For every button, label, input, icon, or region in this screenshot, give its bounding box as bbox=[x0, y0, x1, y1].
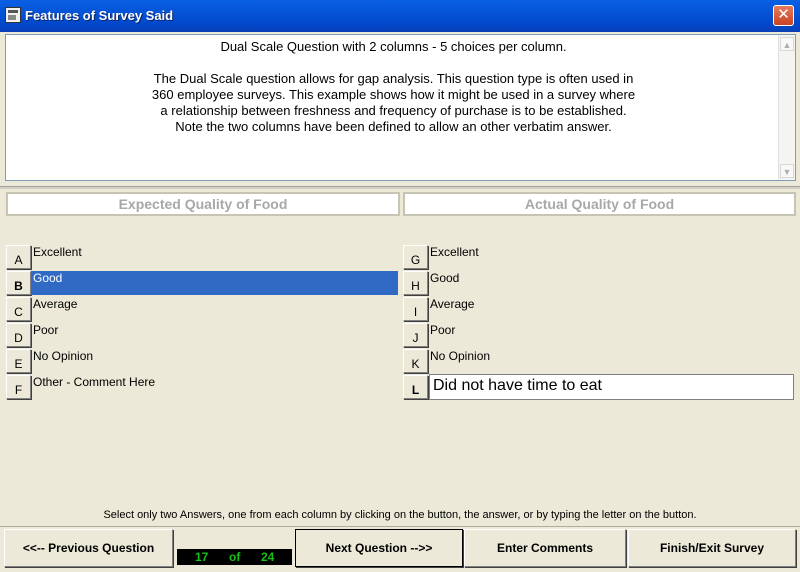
choice-label-excellent[interactable]: Excellent bbox=[428, 245, 794, 269]
scroll-up-icon[interactable]: ▲ bbox=[780, 37, 794, 51]
choice-label-good[interactable]: Good bbox=[428, 271, 794, 295]
divider bbox=[0, 526, 800, 527]
choice-button-l[interactable]: L bbox=[403, 375, 428, 399]
left-column-header: Expected Quality of Food bbox=[6, 192, 400, 216]
question-line: Dual Scale Question with 2 columns - 5 c… bbox=[220, 39, 567, 54]
choice-button-k[interactable]: K bbox=[403, 349, 428, 373]
choice-button-f[interactable]: F bbox=[6, 375, 31, 399]
choice-button-h[interactable]: H bbox=[403, 271, 428, 295]
app-icon bbox=[5, 7, 21, 23]
question-line: 360 employee surveys. This example shows… bbox=[151, 87, 636, 102]
choice-button-b[interactable]: B bbox=[6, 271, 31, 295]
question-text-box[interactable]: Dual Scale Question with 2 columns - 5 c… bbox=[5, 34, 796, 181]
right-column-header: Actual Quality of Food bbox=[403, 192, 796, 216]
choice-label-other[interactable]: Other - Comment Here bbox=[31, 375, 398, 399]
choice-label-good[interactable]: Good bbox=[31, 271, 398, 295]
choice-label-excellent[interactable]: Excellent bbox=[31, 245, 398, 269]
window-title: Features of Survey Said bbox=[25, 8, 174, 23]
other-comment-field[interactable]: Did not have time to eat bbox=[429, 374, 794, 400]
next-question-button[interactable]: Next Question -->> bbox=[295, 529, 463, 567]
choice-label-average[interactable]: Average bbox=[428, 297, 794, 321]
vertical-scrollbar[interactable]: ▲ ▼ bbox=[778, 35, 795, 180]
choice-label-poor[interactable]: Poor bbox=[428, 323, 794, 347]
choice-button-e[interactable]: E bbox=[6, 349, 31, 373]
question-line bbox=[6, 55, 781, 71]
choice-button-d[interactable]: D bbox=[6, 323, 31, 347]
previous-question-button[interactable]: <<-- Previous Question bbox=[4, 529, 173, 567]
question-line: The Dual Scale question allows for gap a… bbox=[153, 71, 634, 86]
enter-comments-button[interactable]: Enter Comments bbox=[464, 529, 626, 567]
question-text: Dual Scale Question with 2 columns - 5 c… bbox=[6, 39, 781, 135]
choice-button-i[interactable]: I bbox=[403, 297, 428, 321]
choice-button-a[interactable]: A bbox=[6, 245, 31, 269]
finish-exit-button[interactable]: Finish/Exit Survey bbox=[628, 529, 796, 567]
choice-button-g[interactable]: G bbox=[403, 245, 428, 269]
title-bar: Features of Survey Said ✕ bbox=[0, 0, 800, 32]
question-counter: 17 of 24 bbox=[177, 549, 292, 565]
choice-label-average[interactable]: Average bbox=[31, 297, 398, 321]
instructions-text: Select only two Answers, one from each c… bbox=[103, 509, 697, 521]
question-line: Note the two columns have been defined t… bbox=[175, 119, 612, 134]
counter-of: of bbox=[229, 550, 241, 564]
counter-current: 17 bbox=[195, 550, 209, 564]
question-line: a relationship between freshness and fre… bbox=[160, 103, 627, 118]
choice-button-c[interactable]: C bbox=[6, 297, 31, 321]
choice-label-no-opinion[interactable]: No Opinion bbox=[428, 349, 794, 373]
counter-total: 24 bbox=[261, 550, 275, 564]
divider bbox=[0, 186, 800, 189]
scroll-down-icon[interactable]: ▼ bbox=[780, 164, 794, 178]
choice-button-j[interactable]: J bbox=[403, 323, 428, 347]
choice-label-no-opinion[interactable]: No Opinion bbox=[31, 349, 398, 373]
choice-label-poor[interactable]: Poor bbox=[31, 323, 398, 347]
close-button[interactable]: ✕ bbox=[773, 5, 794, 26]
